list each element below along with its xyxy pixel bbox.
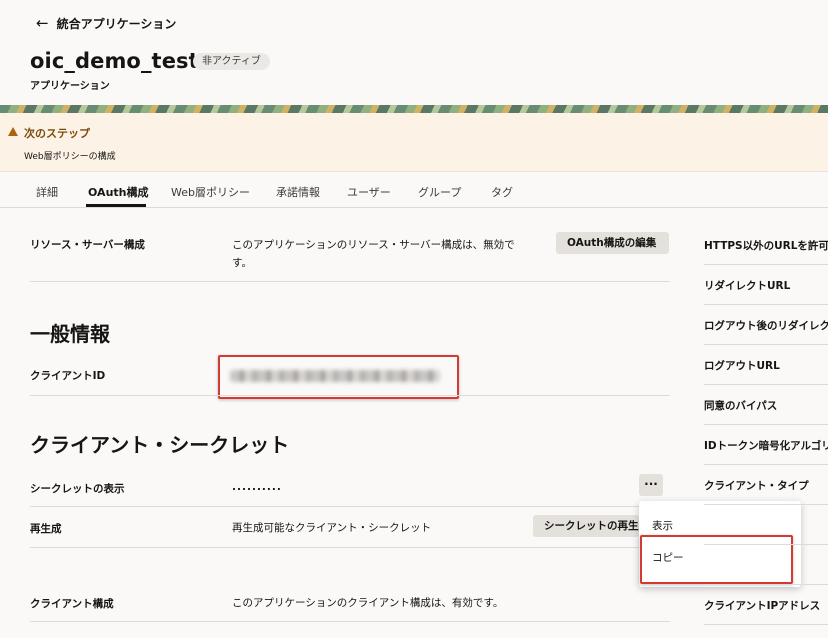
divider xyxy=(30,395,670,396)
highlight-client-id xyxy=(218,355,459,399)
alert-title: 次のステップ xyxy=(24,127,90,140)
divider xyxy=(704,304,828,305)
divider xyxy=(30,281,670,282)
client-ip-address-label: クライアントIPアドレス xyxy=(704,600,821,612)
divider xyxy=(704,544,828,545)
divider xyxy=(30,506,640,507)
client-secret-heading: クライアント・シークレット xyxy=(30,433,290,457)
edit-oauth-config-button[interactable]: OAuth構成の編集 xyxy=(556,232,669,254)
warning-icon xyxy=(8,127,18,136)
general-info-heading: 一般情報 xyxy=(30,322,110,346)
divider xyxy=(704,504,828,505)
back-link-label: 統合アプリケーション xyxy=(56,16,177,31)
tab-web-tier-policy[interactable]: Web層ポリシー xyxy=(171,184,250,200)
masked-secret-value: .......... xyxy=(232,481,282,493)
alert-link-web-tier-policy[interactable]: Web層ポリシーの構成 xyxy=(24,149,116,162)
page-subtitle: アプリケーション xyxy=(30,81,110,92)
divider xyxy=(30,621,670,622)
tab-oauth-config[interactable]: OAuth構成 xyxy=(88,184,149,200)
divider xyxy=(704,344,828,345)
show-secret-label: シークレットの表示 xyxy=(30,483,125,495)
client-type-label: クライアント・タイプ xyxy=(704,480,809,492)
tab-users[interactable]: ユーザー xyxy=(347,184,391,200)
client-config-text: このアプリケーションのクライアント構成は、有効です。 xyxy=(232,597,504,609)
status-badge: 非アクティブ xyxy=(193,53,270,70)
tab-groups[interactable]: グループ xyxy=(418,184,461,200)
tab-tags[interactable]: タグ xyxy=(491,184,513,200)
decorative-banner xyxy=(0,105,828,113)
resource-server-text-line1: このアプリケーションのリソース・サーバー構成は、無効で xyxy=(232,239,515,251)
divider xyxy=(30,547,640,548)
divider xyxy=(704,424,828,425)
divider xyxy=(704,264,828,265)
redirect-url-label: リダイレクトURL xyxy=(704,280,791,292)
resource-server-text-line2: す。 xyxy=(232,257,252,269)
regenerate-label: 再生成 xyxy=(30,523,62,535)
client-id-label: クライアントID xyxy=(30,370,106,382)
next-steps-alert xyxy=(0,113,828,172)
regenerate-text: 再生成可能なクライアント・シークレット xyxy=(232,522,432,534)
divider xyxy=(704,584,828,585)
allow-non-https-url-label: HTTPS以外のURLを許可 xyxy=(704,240,828,252)
divider xyxy=(704,624,828,625)
resource-server-label: リソース・サーバー構成 xyxy=(30,239,145,251)
tab-details[interactable]: 詳細 xyxy=(36,184,58,200)
id-token-encryption-algorithm-label: IDトークン暗号化アルゴリズム xyxy=(704,440,828,452)
regenerate-secret-button[interactable]: シークレットの再生成 xyxy=(533,515,639,537)
logout-url-label: ログアウトURL xyxy=(704,360,780,372)
bypass-consent-label: 同意のバイパス xyxy=(704,400,778,412)
tab-consents[interactable]: 承諾情報 xyxy=(276,184,320,200)
divider xyxy=(704,464,828,465)
active-tab-indicator xyxy=(86,204,146,207)
menu-item-view[interactable]: 表示 xyxy=(652,518,673,533)
arrow-left-icon: ← xyxy=(36,14,49,32)
divider xyxy=(704,384,828,385)
back-link[interactable]: ← 統合アプリケーション xyxy=(36,14,176,32)
page-title: oic_demo_test xyxy=(30,49,199,73)
client-config-label: クライアント構成 xyxy=(30,598,114,610)
more-actions-button[interactable]: ··· xyxy=(639,474,663,496)
highlight-copy-menu-item xyxy=(640,535,793,584)
post-logout-redirect-url-label: ログアウト後のリダイレクトURL xyxy=(704,320,828,332)
